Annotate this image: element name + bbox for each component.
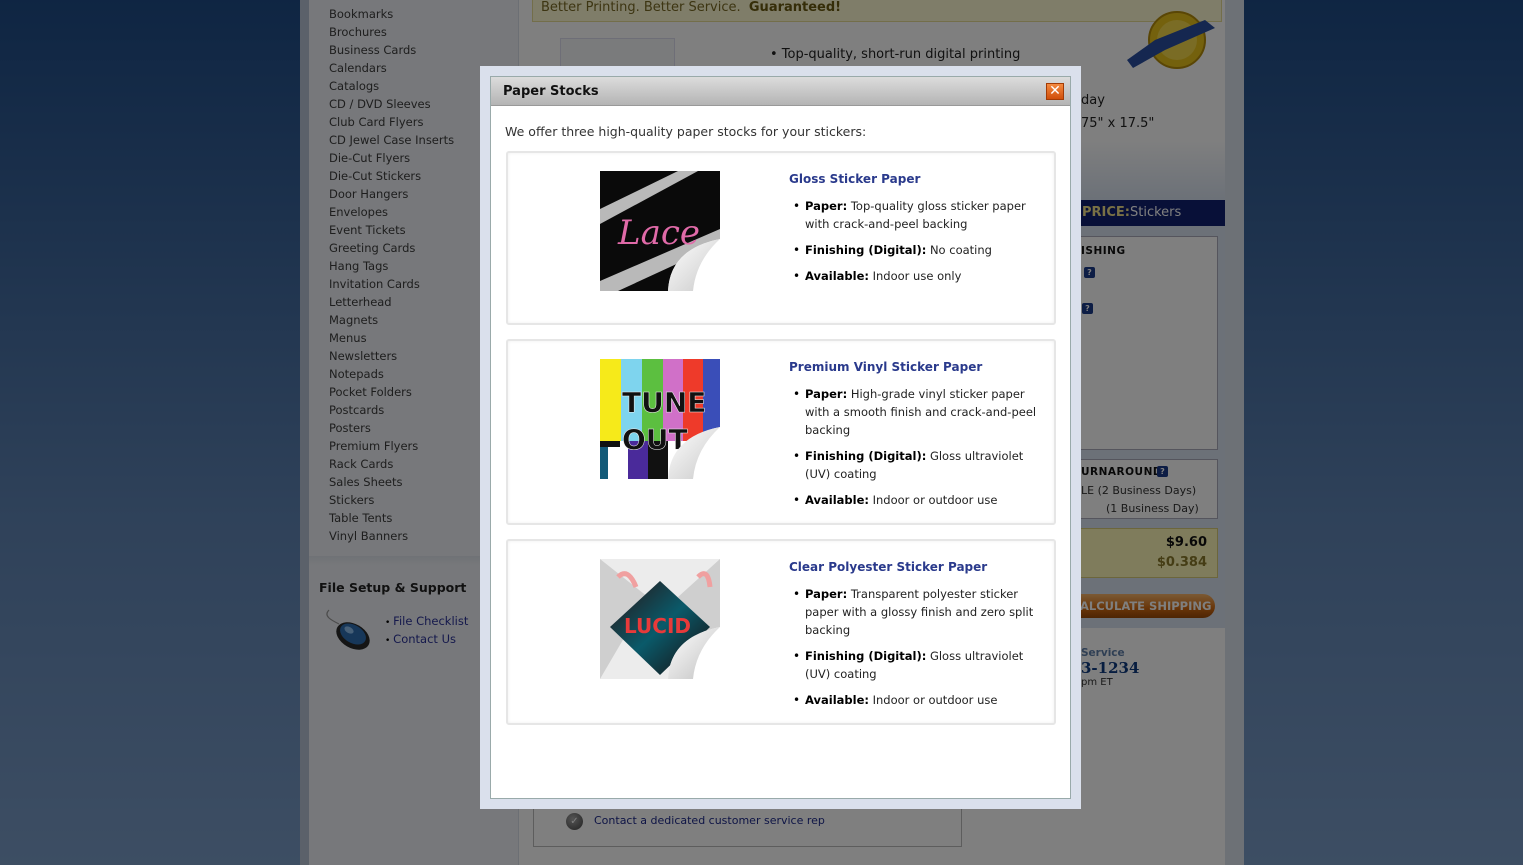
- dialog-title: Paper Stocks: [503, 84, 599, 99]
- stock-card-vinyl: TUNE OUT Premium Vinyl Sticker Paper Pap…: [506, 339, 1056, 525]
- sample-text: LUCID: [624, 614, 691, 638]
- spec-availability: Available: Indoor or outdoor use: [793, 491, 1038, 509]
- vinyl-sticker-sample-image: TUNE OUT: [600, 359, 720, 479]
- spec-availability: Available: Indoor use only: [793, 267, 1038, 285]
- stock-name: Premium Vinyl Sticker Paper: [789, 360, 983, 374]
- spec-paper: Paper: Transparent polyester sticker pap…: [793, 585, 1038, 639]
- spec-paper: Paper: High-grade vinyl sticker paper wi…: [793, 385, 1038, 439]
- stock-card-clear: LUCID Clear Polyester Sticker Paper Pape…: [506, 539, 1056, 725]
- gloss-sticker-sample-image: Lace: [600, 171, 720, 291]
- spec-finishing: Finishing (Digital): No coating: [793, 241, 1038, 259]
- stock-specs: Paper: Transparent polyester sticker pap…: [793, 585, 1038, 717]
- stock-specs: Paper: Top-quality gloss sticker paper w…: [793, 197, 1038, 293]
- spec-availability: Available: Indoor or outdoor use: [793, 691, 1038, 709]
- dialog-intro: We offer three high-quality paper stocks…: [505, 124, 867, 139]
- spec-finishing: Finishing (Digital): Gloss ultraviolet (…: [793, 647, 1038, 683]
- sample-text: Lace: [617, 213, 700, 253]
- stock-card-gloss: Lace Gloss Sticker Paper Paper: Top-qual…: [506, 151, 1056, 325]
- clear-sticker-sample-image: LUCID: [600, 559, 720, 679]
- stock-specs: Paper: High-grade vinyl sticker paper wi…: [793, 385, 1038, 517]
- stock-name: Gloss Sticker Paper: [789, 172, 921, 186]
- close-icon: ✕: [1049, 83, 1061, 99]
- close-button[interactable]: ✕: [1046, 83, 1064, 100]
- spec-finishing: Finishing (Digital): Gloss ultraviolet (…: [793, 447, 1038, 483]
- stock-name: Clear Polyester Sticker Paper: [789, 560, 988, 574]
- paper-stocks-dialog: Paper Stocks ✕ We offer three high-quali…: [490, 76, 1071, 799]
- dialog-titlebar: Paper Stocks ✕: [491, 77, 1070, 106]
- spec-paper: Paper: Top-quality gloss sticker paper w…: [793, 197, 1038, 233]
- svg-text:TUNE: TUNE: [622, 386, 706, 419]
